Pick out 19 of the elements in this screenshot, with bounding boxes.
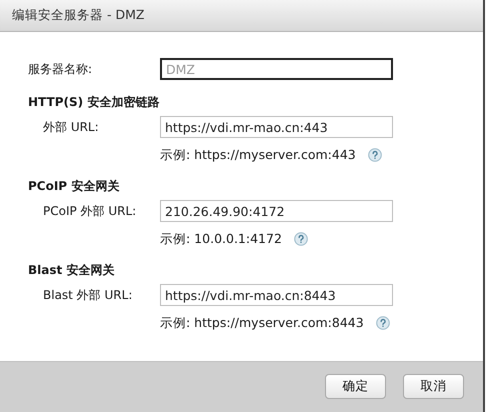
field-label: PCoIP 外部 URL: [43, 202, 138, 220]
section-heading: Blast 安全网关 [28, 262, 116, 278]
example-text: 示例: https://myserver.com:8443 [160, 314, 364, 332]
ok-button[interactable]: 确定 [325, 374, 386, 398]
help-icon[interactable] [294, 232, 308, 246]
example-text: 示例: 10.0.0.1:4172 [160, 230, 282, 248]
field-label: 外部 URL: [43, 118, 100, 136]
window-title: 编辑安全服务器 - DMZ [12, 7, 144, 24]
field-label: Blast 外部 URL: [43, 286, 134, 304]
help-icon[interactable] [368, 148, 382, 162]
cancel-button[interactable]: 取消 [403, 374, 464, 398]
example-text: 示例: https://myserver.com:443 [160, 146, 356, 164]
section-heading: PCoIP 安全网关 [28, 178, 120, 194]
field-label: 服务器名称: [28, 60, 94, 78]
url-field[interactable]: 210.26.49.90:4172 [160, 200, 393, 222]
url-field[interactable]: https://vdi.mr-mao.cn:443 [160, 116, 393, 138]
section-heading: HTTP(S) 安全加密链路 [28, 94, 160, 110]
url-field[interactable]: https://vdi.mr-mao.cn:8443 [160, 284, 393, 306]
help-icon[interactable] [376, 316, 390, 330]
